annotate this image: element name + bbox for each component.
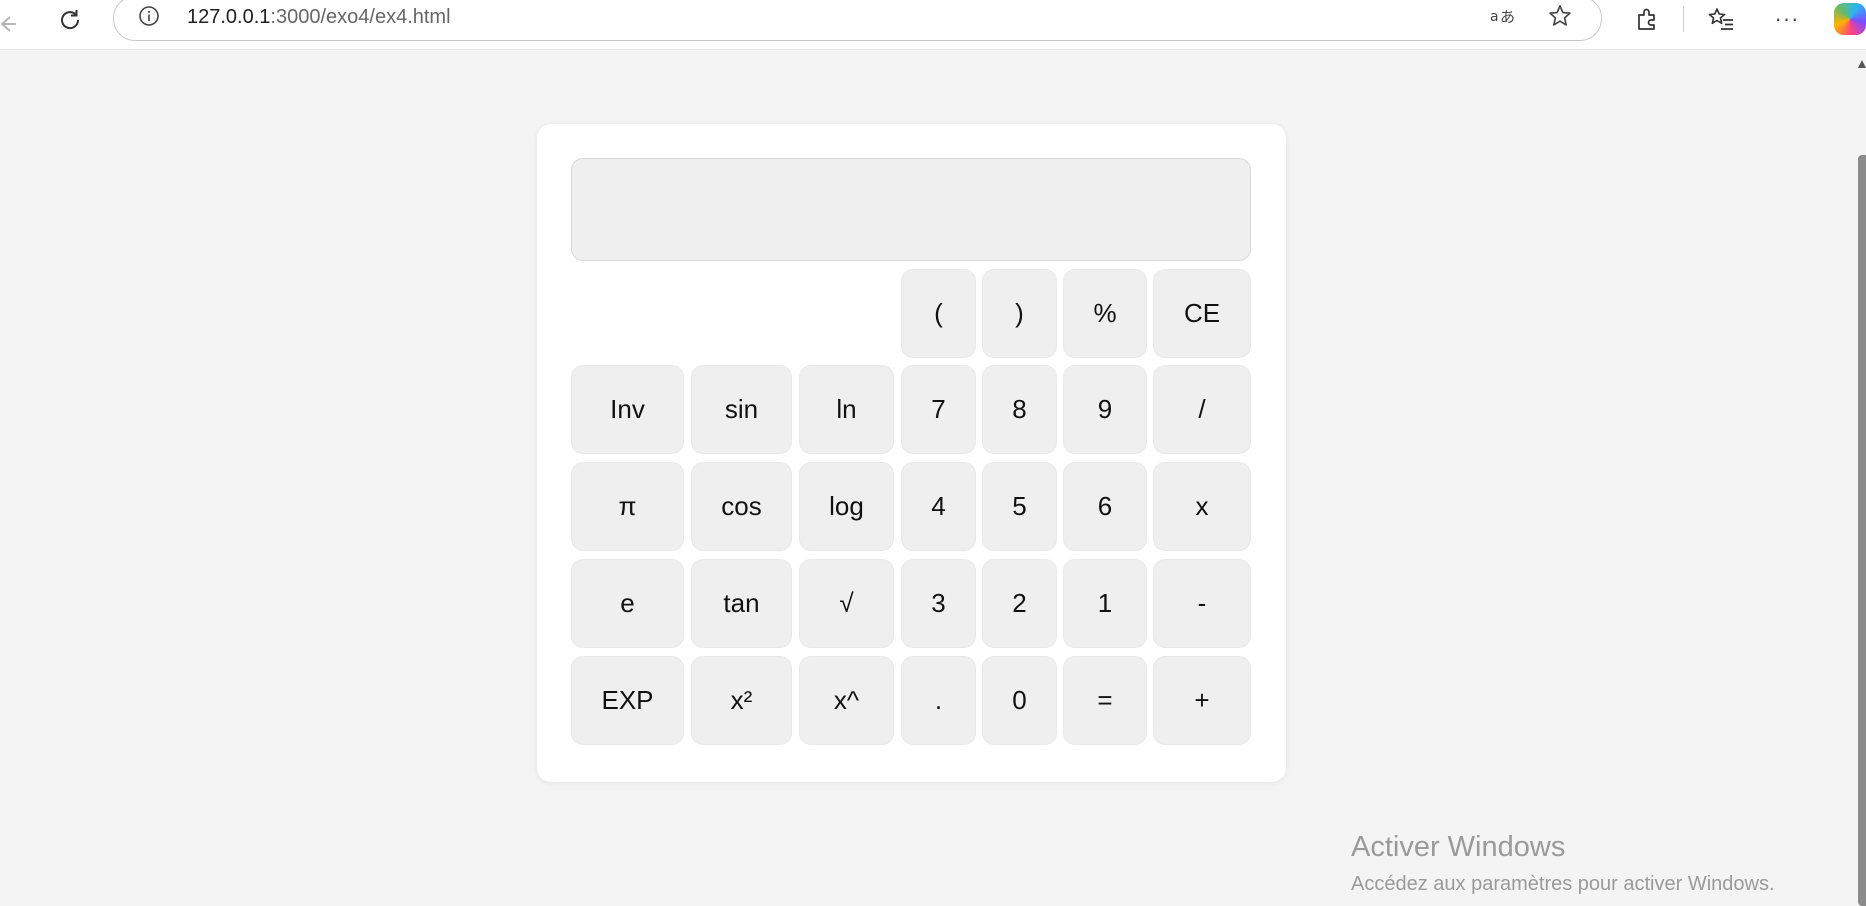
clear-entry-button[interactable]: CE — [1153, 269, 1251, 358]
digit-8-button[interactable]: 8 — [982, 365, 1057, 454]
subtract-button[interactable]: - — [1153, 559, 1251, 648]
site-info-icon[interactable] — [134, 1, 164, 31]
url-host: 127.0.0.1 — [187, 6, 271, 28]
address-bar[interactable]: 127.0.0.1:3000/exo4/ex4.html aあ — [113, 0, 1602, 41]
decimal-point-button[interactable]: . — [901, 656, 976, 745]
copilot-icon[interactable] — [1834, 3, 1866, 35]
square-root-button[interactable]: √ — [799, 559, 894, 648]
equals-button[interactable]: = — [1063, 656, 1147, 745]
back-arrow-icon[interactable] — [0, 4, 22, 44]
digit-3-button[interactable]: 3 — [901, 559, 976, 648]
open-paren-button[interactable]: ( — [901, 269, 976, 358]
inverse-button[interactable]: Inv — [571, 365, 684, 454]
digit-7-button[interactable]: 7 — [901, 365, 976, 454]
digit-2-button[interactable]: 2 — [982, 559, 1057, 648]
euler-button[interactable]: e — [571, 559, 684, 648]
tan-button[interactable]: tan — [691, 559, 792, 648]
activation-watermark-title: Activer Windows — [1351, 831, 1566, 863]
log-button[interactable]: log — [799, 462, 894, 551]
digit-1-button[interactable]: 1 — [1063, 559, 1147, 648]
percent-button[interactable]: % — [1063, 269, 1147, 358]
cos-button[interactable]: cos — [691, 462, 792, 551]
ln-button[interactable]: ln — [799, 365, 894, 454]
pi-button[interactable]: π — [571, 462, 684, 551]
digit-4-button[interactable]: 4 — [901, 462, 976, 551]
svg-text:あ: あ — [1500, 8, 1515, 26]
url-path: :3000/exo4/ex4.html — [270, 6, 451, 28]
read-aloud-translate-icon[interactable]: aあ — [1486, 1, 1518, 31]
calculator: ( ) % CE Inv sin ln 7 8 9 / π cos log 4 … — [537, 124, 1286, 782]
digit-0-button[interactable]: 0 — [982, 656, 1057, 745]
square-button[interactable]: x² — [691, 656, 792, 745]
power-button[interactable]: x^ — [799, 656, 894, 745]
exp-button[interactable]: EXP — [571, 656, 684, 745]
more-options-icon[interactable]: ··· — [1770, 2, 1804, 36]
close-paren-button[interactable]: ) — [982, 269, 1057, 358]
digit-6-button[interactable]: 6 — [1063, 462, 1147, 551]
add-button[interactable]: + — [1153, 656, 1251, 745]
svg-text:a: a — [1490, 9, 1499, 25]
favorites-list-icon[interactable] — [1704, 2, 1738, 36]
digit-5-button[interactable]: 5 — [982, 462, 1057, 551]
calculator-display[interactable] — [571, 158, 1251, 261]
reload-icon[interactable] — [52, 2, 88, 38]
sin-button[interactable]: sin — [691, 365, 792, 454]
divide-button[interactable]: / — [1153, 365, 1251, 454]
activation-watermark-subtitle: Accédez aux paramètres pour activer Wind… — [1351, 873, 1775, 895]
url-text[interactable]: 127.0.0.1:3000/exo4/ex4.html — [187, 3, 451, 31]
scroll-up-arrow-icon[interactable] — [1858, 60, 1866, 68]
extensions-icon[interactable] — [1630, 2, 1664, 36]
multiply-button[interactable]: x — [1153, 462, 1251, 551]
toolbar-divider — [1683, 6, 1684, 32]
digit-9-button[interactable]: 9 — [1063, 365, 1147, 454]
browser-toolbar: 127.0.0.1:3000/exo4/ex4.html aあ ··· — [0, 0, 1866, 50]
favorite-star-icon[interactable] — [1544, 1, 1576, 31]
scrollbar-thumb[interactable] — [1858, 155, 1866, 906]
